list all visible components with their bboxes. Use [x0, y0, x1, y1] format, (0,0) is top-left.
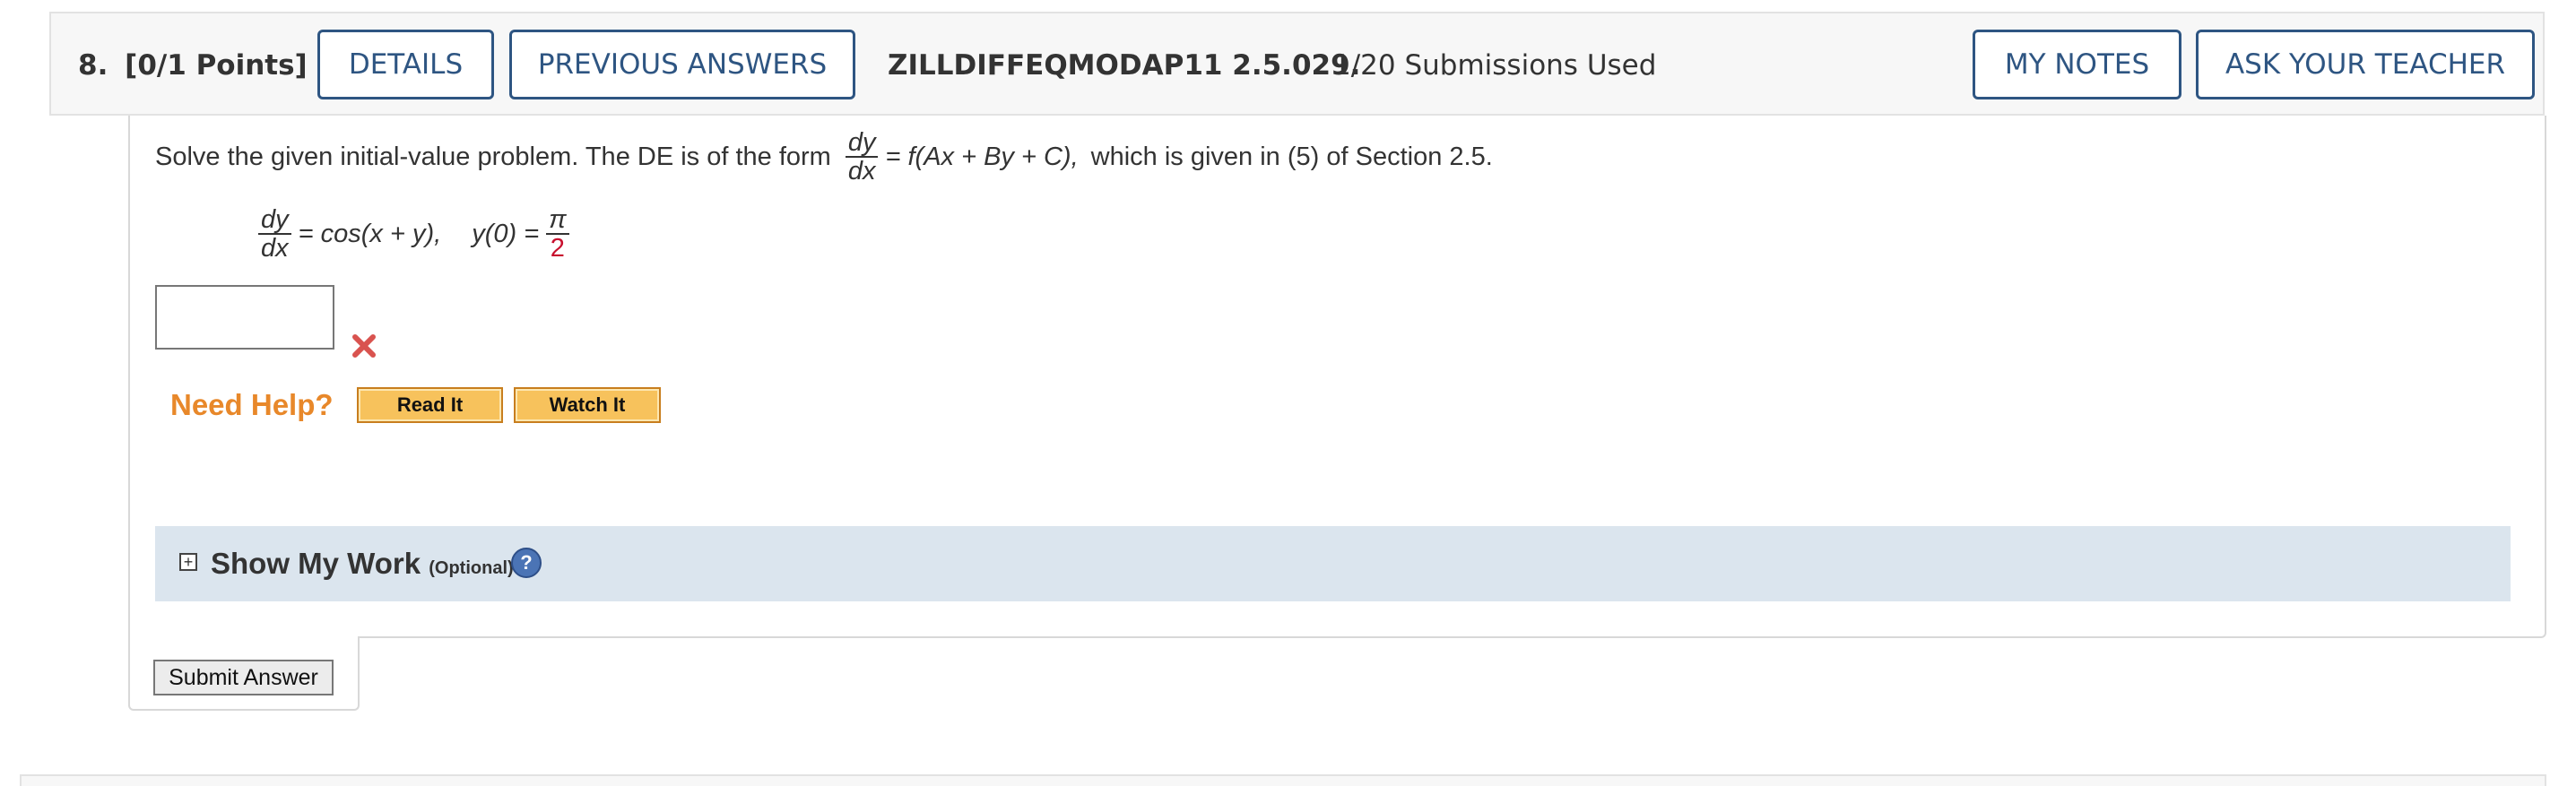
initial-value-problem: dy dx = cos(x + y), y(0) = π 2 — [251, 199, 577, 269]
question-code: ZILLDIFFEQMODAP11 2.5.029. — [888, 49, 1361, 82]
problem-statement: Solve the given initial-value problem. T… — [155, 125, 1493, 188]
optional-label: (Optional) — [429, 558, 514, 578]
form-denominator: dx — [847, 157, 876, 186]
tab-joint — [130, 635, 358, 640]
form-numerator: dy — [845, 128, 879, 158]
submit-answer-button[interactable]: Submit Answer — [153, 660, 334, 695]
question-points: [0/1 Points] — [125, 49, 308, 82]
initial-condition-fraction: π 2 — [546, 205, 569, 263]
show-my-work-bar[interactable]: + Show My Work (Optional) ? — [155, 526, 2511, 601]
ic-denominator: 2 — [550, 234, 565, 263]
ask-your-teacher-button[interactable]: ASK YOUR TEACHER — [2196, 30, 2535, 99]
submissions-used: 1/20 Submissions Used — [1333, 49, 1657, 82]
help-question-icon[interactable]: ? — [511, 548, 542, 578]
show-my-work-title: Show My Work (Optional) — [211, 526, 514, 601]
equation-rhs: = cos(x + y), — [298, 219, 442, 248]
my-notes-button[interactable]: MY NOTES — [1973, 30, 2181, 99]
incorrect-x-icon — [352, 334, 376, 358]
initial-condition-lhs: y(0) = — [472, 219, 540, 248]
show-my-work-label: Show My Work — [211, 547, 421, 580]
problem-outro: which is given in (5) of Section 2.5. — [1090, 142, 1493, 171]
expand-plus-icon[interactable]: + — [179, 553, 197, 571]
question-index: 8. — [78, 49, 108, 82]
de-form-fraction: dy dx — [845, 128, 879, 186]
eq-numerator: dy — [258, 205, 291, 235]
next-question-card — [20, 774, 2546, 786]
question-number: 8. [0/1 Points] — [78, 13, 308, 117]
watch-it-button[interactable]: Watch It — [514, 387, 661, 423]
read-it-button[interactable]: Read It — [357, 387, 503, 423]
ic-numerator: π — [546, 205, 569, 235]
form-rhs: = f(Ax + By + C), — [885, 142, 1079, 171]
details-button[interactable]: DETAILS — [317, 30, 494, 99]
answer-input[interactable] — [155, 285, 334, 350]
problem-intro: Solve the given initial-value problem. T… — [155, 142, 831, 171]
eq-denominator: dx — [261, 234, 289, 263]
de-fraction: dy dx — [258, 205, 291, 263]
question-page: 8. [0/1 Points] DETAILS PREVIOUS ANSWERS… — [0, 0, 2576, 786]
previous-answers-button[interactable]: PREVIOUS ANSWERS — [509, 30, 855, 99]
question-header: 8. [0/1 Points] DETAILS PREVIOUS ANSWERS… — [49, 12, 2545, 116]
need-help-label: Need Help? — [170, 388, 334, 421]
